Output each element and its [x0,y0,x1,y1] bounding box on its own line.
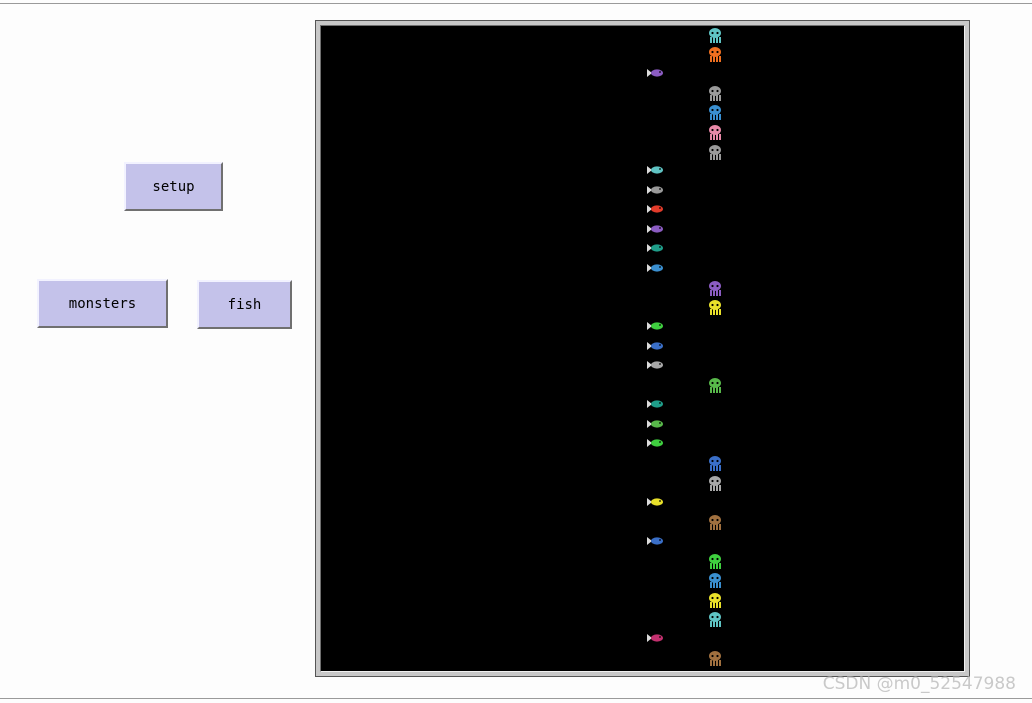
fish-agent [647,69,663,77]
fish-agent [647,537,663,545]
monster-agent [709,651,721,666]
setup-button[interactable]: setup [124,162,223,211]
fish-agent [647,205,663,213]
fish-agent [647,186,663,194]
fish-agent [647,244,663,252]
fish-agent [647,264,663,272]
monster-agent [709,378,721,393]
monster-agent [709,28,721,43]
monster-agent [709,105,721,120]
fish-agent [647,322,663,330]
monster-agent [709,554,721,569]
fish-agent [647,225,663,233]
monster-agent [709,47,721,62]
monster-agent [709,86,721,101]
monster-agent [709,573,721,588]
fish-button[interactable]: fish [197,280,292,329]
fish-agent [647,342,663,350]
monster-agent [709,593,721,608]
watermark: CSDN @m0_52547988 [822,674,1016,694]
world-view[interactable] [320,25,965,672]
monster-agent [709,125,721,140]
world-view-frame [315,20,970,677]
world-canvas[interactable] [321,26,965,672]
fish-agent [647,400,663,408]
bottom-divider [0,698,1032,699]
fish-agent [647,634,663,642]
fish-agent [647,439,663,447]
monster-agent [709,145,721,160]
fish-agent [647,420,663,428]
monster-agent [709,456,721,471]
monster-agent [709,300,721,315]
monster-agent [709,281,721,296]
monster-agent [709,612,721,627]
top-divider [0,3,1032,4]
fish-agent [647,166,663,174]
monsters-button[interactable]: monsters [37,279,168,328]
monster-agent [709,515,721,530]
fish-agent [647,361,663,369]
monster-agent [709,476,721,491]
fish-agent [647,498,663,506]
